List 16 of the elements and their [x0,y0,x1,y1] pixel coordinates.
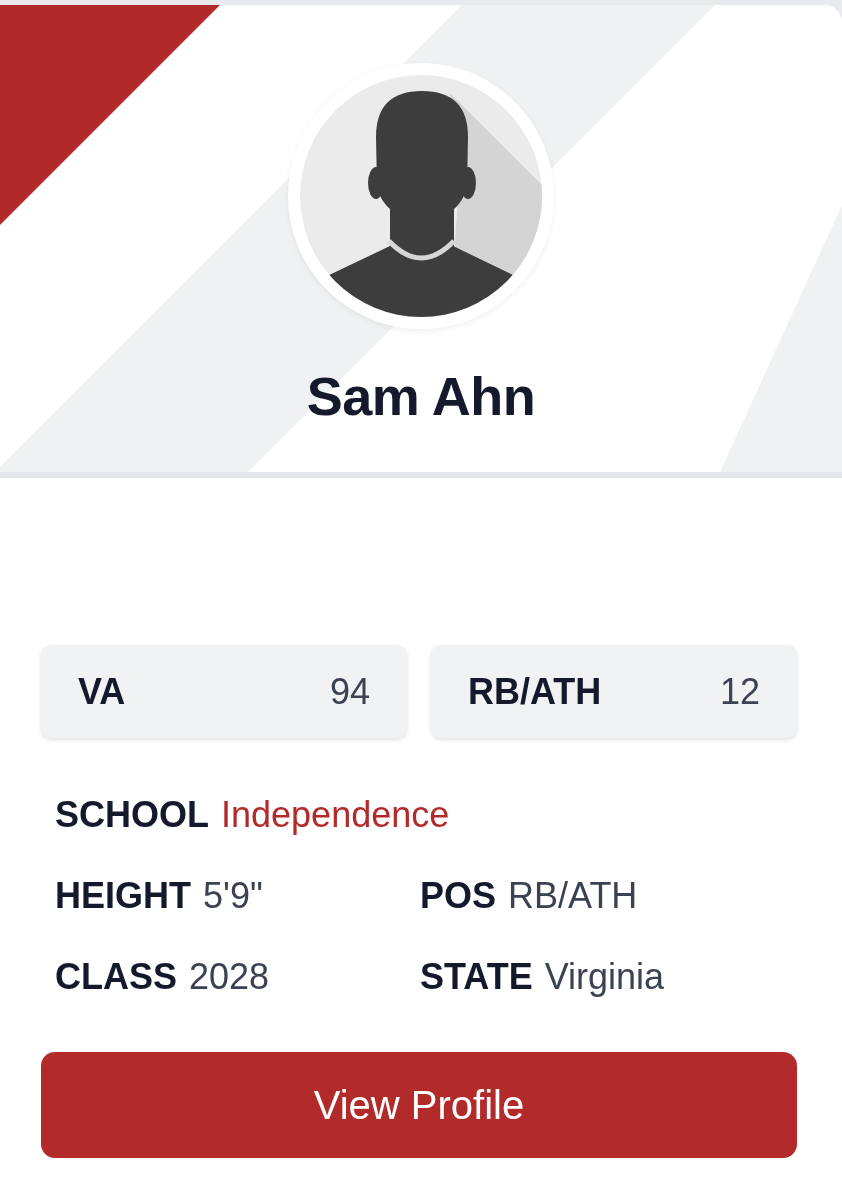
detail-value: RB/ATH [508,873,638,918]
detail-value: 5'9" [203,873,263,918]
detail-value: Virginia [544,954,665,999]
school-link[interactable]: Independence [221,787,450,842]
rank-value: 94 [329,669,370,714]
detail-value: 2028 [189,954,270,999]
detail-label: STATE [420,954,533,999]
player-name: Sam Ahn [306,369,536,423]
rank-value: 12 [719,669,760,714]
detail-label: POS [420,873,497,918]
detail-label: CLASS [55,954,177,999]
rank-label: RB/ATH [468,669,602,714]
detail-label: HEIGHT [55,873,191,918]
rank-label: VA [78,669,126,714]
view-profile-button[interactable]: View Profile [41,1052,797,1158]
detail-label: SCHOOL [55,792,209,837]
